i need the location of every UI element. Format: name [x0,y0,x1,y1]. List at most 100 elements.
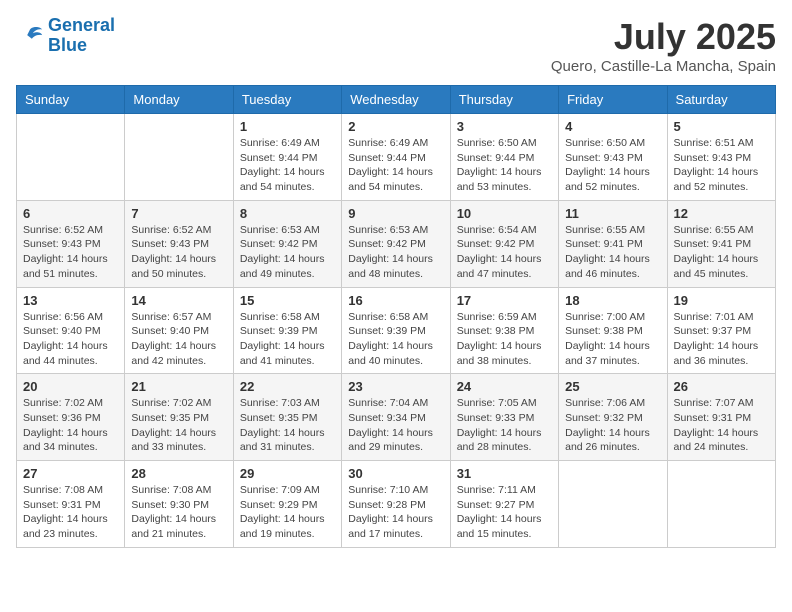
day-number: 2 [348,119,443,134]
day-info: Sunrise: 6:56 AM Sunset: 9:40 PM Dayligh… [23,310,118,369]
calendar-week-5: 27 Sunrise: 7:08 AM Sunset: 9:31 PM Dayli… [17,461,776,548]
calendar-cell [559,461,667,548]
logo-icon [16,22,44,50]
day-number: 27 [23,466,118,481]
day-info: Sunrise: 7:08 AM Sunset: 9:31 PM Dayligh… [23,483,118,542]
calendar-cell: 25Sunrise: 7:06 AM Sunset: 9:32 PM Dayli… [559,374,667,461]
day-number: 17 [457,293,552,308]
day-number: 24 [457,379,552,394]
day-info: Sunrise: 6:54 AM Sunset: 9:42 PM Dayligh… [457,223,552,282]
calendar-week-2: 6 Sunrise: 6:52 AM Sunset: 9:43 PM Daylig… [17,200,776,287]
header-monday: Monday [125,86,233,114]
calendar-cell: 24 Sunrise: 7:05 AM Sunset: 9:33 PM Dayli… [450,374,558,461]
header-wednesday: Wednesday [342,86,450,114]
calendar-cell: 7 Sunrise: 6:52 AM Sunset: 9:43 PM Daylig… [125,200,233,287]
header-friday: Friday [559,86,667,114]
day-info: Sunrise: 7:04 AM Sunset: 9:34 PM Dayligh… [348,396,443,455]
calendar-cell: 9Sunrise: 6:53 AM Sunset: 9:42 PM Daylig… [342,200,450,287]
calendar-cell: 21Sunrise: 7:02 AM Sunset: 9:35 PM Dayli… [125,374,233,461]
logo-text: General Blue [48,16,115,56]
calendar-cell: 22Sunrise: 7:03 AM Sunset: 9:35 PM Dayli… [233,374,341,461]
calendar-cell: 23 Sunrise: 7:04 AM Sunset: 9:34 PM Dayli… [342,374,450,461]
calendar-cell: 15 Sunrise: 6:58 AM Sunset: 9:39 PM Dayli… [233,287,341,374]
header-tuesday: Tuesday [233,86,341,114]
day-number: 19 [674,293,769,308]
calendar-cell: 30 Sunrise: 7:10 AM Sunset: 9:28 PM Dayli… [342,461,450,548]
day-info: Sunrise: 6:52 AM Sunset: 9:43 PM Dayligh… [23,223,118,282]
day-info: Sunrise: 6:53 AM Sunset: 9:42 PM Dayligh… [348,223,443,282]
day-number: 15 [240,293,335,308]
calendar-cell: 4 Sunrise: 6:50 AM Sunset: 9:43 PM Daylig… [559,114,667,201]
day-info: Sunrise: 6:52 AM Sunset: 9:43 PM Dayligh… [131,223,226,282]
title-area: July 2025 Quero, Castille-La Mancha, Spa… [551,16,776,75]
calendar-cell: 17 Sunrise: 6:59 AM Sunset: 9:38 PM Dayli… [450,287,558,374]
day-number: 30 [348,466,443,481]
header-sunday: Sunday [17,86,125,114]
calendar-cell: 13 Sunrise: 6:56 AM Sunset: 9:40 PM Dayli… [17,287,125,374]
day-number: 5 [674,119,769,134]
day-info: Sunrise: 7:11 AM Sunset: 9:27 PM Dayligh… [457,483,552,542]
calendar-week-4: 20 Sunrise: 7:02 AM Sunset: 9:36 PM Dayli… [17,374,776,461]
day-number: 7 [131,206,226,221]
calendar-cell: 1Sunrise: 6:49 AM Sunset: 9:44 PM Daylig… [233,114,341,201]
day-info: Sunrise: 6:55 AM Sunset: 9:41 PM Dayligh… [674,223,769,282]
header-saturday: Saturday [667,86,775,114]
day-info: Sunrise: 6:55 AM Sunset: 9:41 PM Dayligh… [565,223,660,282]
day-number: 8 [240,206,335,221]
day-info: Sunrise: 7:10 AM Sunset: 9:28 PM Dayligh… [348,483,443,542]
calendar-cell: 11 Sunrise: 6:55 AM Sunset: 9:41 PM Dayli… [559,200,667,287]
day-info: Sunrise: 6:49 AM Sunset: 9:44 PM Dayligh… [240,136,335,195]
day-info: Sunrise: 6:51 AM Sunset: 9:43 PM Dayligh… [674,136,769,195]
day-info: Sunrise: 7:03 AM Sunset: 9:35 PM Dayligh… [240,396,335,455]
calendar-cell: 2 Sunrise: 6:49 AM Sunset: 9:44 PM Daylig… [342,114,450,201]
day-info: Sunrise: 7:05 AM Sunset: 9:33 PM Dayligh… [457,396,552,455]
day-number: 29 [240,466,335,481]
day-number: 3 [457,119,552,134]
calendar-cell: 16Sunrise: 6:58 AM Sunset: 9:39 PM Dayli… [342,287,450,374]
calendar-cell: 19 Sunrise: 7:01 AM Sunset: 9:37 PM Dayli… [667,287,775,374]
calendar-cell: 26 Sunrise: 7:07 AM Sunset: 9:31 PM Dayli… [667,374,775,461]
day-number: 26 [674,379,769,394]
day-number: 18 [565,293,660,308]
calendar-header-row: Sunday Monday Tuesday Wednesday Thursday… [17,86,776,114]
day-info: Sunrise: 7:01 AM Sunset: 9:37 PM Dayligh… [674,310,769,369]
day-number: 20 [23,379,118,394]
calendar-cell: 14Sunrise: 6:57 AM Sunset: 9:40 PM Dayli… [125,287,233,374]
day-number: 11 [565,206,660,221]
calendar-cell: 10 Sunrise: 6:54 AM Sunset: 9:42 PM Dayli… [450,200,558,287]
calendar-cell: 18 Sunrise: 7:00 AM Sunset: 9:38 PM Dayli… [559,287,667,374]
day-info: Sunrise: 6:50 AM Sunset: 9:44 PM Dayligh… [457,136,552,195]
day-number: 13 [23,293,118,308]
day-info: Sunrise: 6:58 AM Sunset: 9:39 PM Dayligh… [240,310,335,369]
day-number: 23 [348,379,443,394]
day-info: Sunrise: 7:07 AM Sunset: 9:31 PM Dayligh… [674,396,769,455]
calendar-cell: 20 Sunrise: 7:02 AM Sunset: 9:36 PM Dayli… [17,374,125,461]
day-info: Sunrise: 6:50 AM Sunset: 9:43 PM Dayligh… [565,136,660,195]
day-info: Sunrise: 7:02 AM Sunset: 9:36 PM Dayligh… [23,396,118,455]
day-number: 4 [565,119,660,134]
calendar-cell: 8Sunrise: 6:53 AM Sunset: 9:42 PM Daylig… [233,200,341,287]
calendar-cell: 27 Sunrise: 7:08 AM Sunset: 9:31 PM Dayli… [17,461,125,548]
day-info: Sunrise: 6:58 AM Sunset: 9:39 PM Dayligh… [348,310,443,369]
day-number: 25 [565,379,660,394]
day-info: Sunrise: 6:49 AM Sunset: 9:44 PM Dayligh… [348,136,443,195]
day-number: 21 [131,379,226,394]
location: Quero, Castille-La Mancha, Spain [551,58,776,75]
header-thursday: Thursday [450,86,558,114]
calendar-cell [667,461,775,548]
day-number: 28 [131,466,226,481]
calendar-cell: 3 Sunrise: 6:50 AM Sunset: 9:44 PM Daylig… [450,114,558,201]
calendar-cell [17,114,125,201]
calendar-table: Sunday Monday Tuesday Wednesday Thursday… [16,85,776,548]
month-title: July 2025 [551,16,776,58]
calendar-cell: 29Sunrise: 7:09 AM Sunset: 9:29 PM Dayli… [233,461,341,548]
day-info: Sunrise: 6:59 AM Sunset: 9:38 PM Dayligh… [457,310,552,369]
calendar-cell: 5 Sunrise: 6:51 AM Sunset: 9:43 PM Daylig… [667,114,775,201]
day-info: Sunrise: 6:57 AM Sunset: 9:40 PM Dayligh… [131,310,226,369]
page-header: General Blue July 2025 Quero, Castille-L… [16,16,776,75]
day-number: 10 [457,206,552,221]
day-info: Sunrise: 7:00 AM Sunset: 9:38 PM Dayligh… [565,310,660,369]
day-number: 31 [457,466,552,481]
day-info: Sunrise: 7:08 AM Sunset: 9:30 PM Dayligh… [131,483,226,542]
day-number: 6 [23,206,118,221]
